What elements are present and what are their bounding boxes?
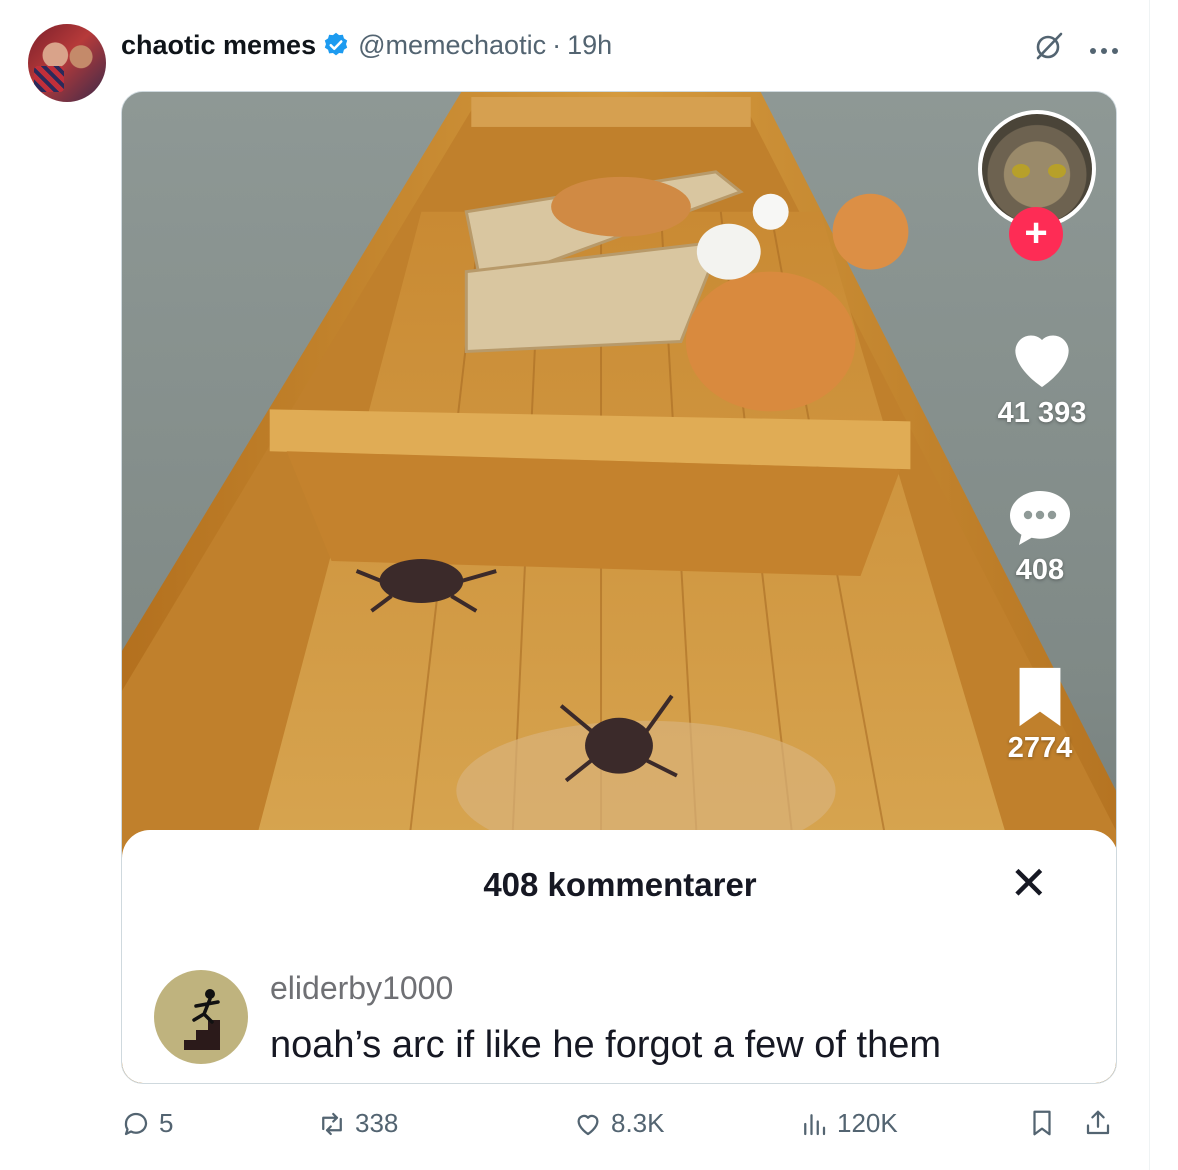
- views-button[interactable]: 120K: [799, 1108, 898, 1139]
- bookmark-button[interactable]: [1027, 1108, 1057, 1138]
- author-avatar[interactable]: [28, 24, 106, 102]
- author-handle[interactable]: @memechaotic: [358, 30, 546, 61]
- tiktok-likes: 41 393: [982, 317, 1102, 430]
- post-time[interactable]: 19h: [567, 30, 612, 61]
- comment-bubble-icon: [1010, 491, 1070, 545]
- tiktok-comments: 408: [1000, 482, 1080, 587]
- more-icon[interactable]: [1089, 36, 1119, 56]
- follow-plus-button[interactable]: +: [1009, 207, 1063, 261]
- tweet-media[interactable]: + 41 393 408 2774 408 kommentarer ✕ elid…: [121, 91, 1117, 1084]
- like-icon: [577, 1114, 599, 1135]
- reply-icon: [124, 1112, 148, 1135]
- bookmark-icon: [1033, 1110, 1051, 1136]
- repost-button[interactable]: 338: [317, 1108, 398, 1139]
- reply-count: 5: [159, 1108, 174, 1138]
- tweet: chaotic memes @memechaotic · 19h + 41 39…: [0, 0, 1150, 1170]
- bookmark-icon: [1019, 667, 1061, 727]
- tiktok-saves-count: 2774: [1007, 732, 1073, 764]
- author-name[interactable]: chaotic memes: [121, 30, 316, 61]
- separator: ·: [552, 29, 562, 60]
- views-count: 120K: [837, 1108, 898, 1138]
- comments-panel: 408 kommentarer ✕ eliderby1000 noah’s ar…: [122, 830, 1116, 1083]
- comments-title: 408 kommentarer: [483, 866, 757, 903]
- repost-icon: [322, 1112, 342, 1135]
- tweet-actions: 5 338 8.3K 120K: [121, 1108, 1117, 1148]
- commenter-avatar[interactable]: [154, 970, 248, 1064]
- share-button[interactable]: [1083, 1108, 1113, 1138]
- comment-username[interactable]: eliderby1000: [270, 970, 453, 1007]
- close-icon[interactable]: ✕: [1009, 860, 1048, 906]
- like-button[interactable]: 8.3K: [573, 1108, 665, 1139]
- tweet-header: chaotic memes @memechaotic · 19h: [121, 28, 612, 62]
- header-actions: [1033, 30, 1119, 62]
- tiktok-likes-count: 41 393: [997, 397, 1087, 429]
- grok-icon[interactable]: [1033, 30, 1065, 62]
- reply-button[interactable]: 5: [121, 1108, 173, 1139]
- repost-count: 338: [355, 1108, 399, 1138]
- share-icon: [1086, 1110, 1110, 1135]
- tiktok-saves: 2774: [990, 662, 1090, 765]
- verified-badge-icon: [322, 31, 350, 59]
- stairs-figure-icon: [184, 989, 220, 1050]
- like-count: 8.3K: [611, 1108, 665, 1138]
- heart-icon: [1015, 335, 1069, 387]
- views-icon: [804, 1113, 826, 1135]
- comment-text: noah’s arc if like he forgot a few of th…: [270, 1024, 941, 1066]
- tiktok-comments-count: 408: [1015, 554, 1065, 586]
